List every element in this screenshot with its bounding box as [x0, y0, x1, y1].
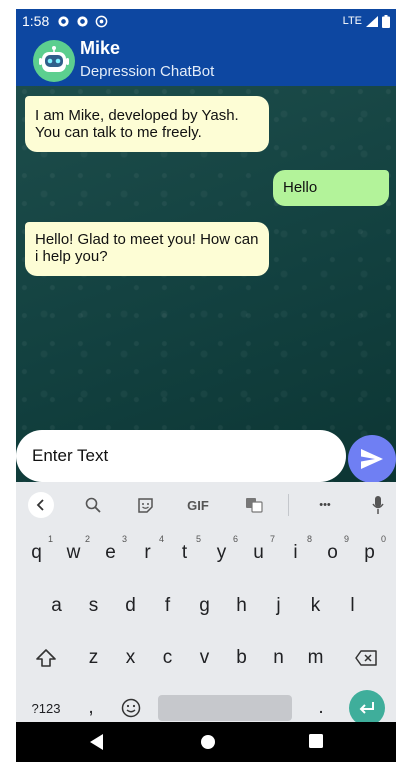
status-bar: 1:58 LTE — [16, 9, 396, 33]
key-h[interactable]: h — [223, 587, 260, 625]
key-v[interactable]: v — [186, 639, 223, 677]
robot-icon — [39, 46, 69, 72]
shift-key[interactable] — [24, 639, 68, 677]
key-g[interactable]: g — [186, 587, 223, 625]
key-x[interactable]: x — [112, 639, 149, 677]
battery-icon — [382, 14, 390, 28]
vpn-icon — [95, 15, 108, 27]
key-q[interactable]: q1 — [18, 534, 55, 572]
status-time: 1:58 — [22, 13, 50, 29]
toolbar-divider — [288, 494, 289, 516]
key-u[interactable]: u7 — [240, 534, 277, 572]
backspace-icon — [355, 650, 377, 666]
recents-nav-icon[interactable] — [309, 734, 323, 748]
key-o[interactable]: o9 — [314, 534, 351, 572]
status-right: LTE — [342, 14, 390, 28]
keyboard-mic-button[interactable] — [366, 490, 390, 520]
key-p[interactable]: p0 — [351, 534, 388, 572]
key-w[interactable]: w2 — [55, 534, 92, 572]
key-j[interactable]: j — [260, 587, 297, 625]
bot-message-bubble: Hello! Glad to meet you! How can i help … — [25, 222, 269, 276]
app-title: Mike — [80, 38, 121, 58]
translate-icon — [246, 498, 263, 513]
keyboard-sticker-button[interactable] — [130, 490, 160, 520]
shift-icon — [36, 649, 56, 667]
keyboard-search-button[interactable] — [78, 490, 108, 520]
sticker-icon — [137, 497, 153, 513]
signal-icon — [366, 15, 378, 27]
key-y[interactable]: y6 — [203, 534, 240, 572]
microphone-icon — [372, 496, 384, 514]
app-bar: Mike Depression ChatBot — [16, 33, 396, 86]
send-icon — [361, 449, 383, 469]
enter-key[interactable] — [349, 690, 385, 726]
gear-icon — [77, 15, 88, 27]
key-n[interactable]: n — [260, 639, 297, 677]
phone-screen: 1:58 LTE Mike Depression ChatBot I am Mi… — [16, 9, 396, 762]
backspace-key[interactable] — [344, 639, 388, 677]
key-f[interactable]: f — [149, 587, 186, 625]
soft-keyboard: GIF ••• q1 w2 e3 r4 t5 y6 u7 i8 o9 p0 a … — [16, 482, 396, 726]
key-e[interactable]: e3 — [92, 534, 129, 572]
key-l[interactable]: l — [334, 587, 371, 625]
bot-message-bubble: I am Mike, developed by Yash. You can ta… — [25, 96, 269, 152]
gear-icon — [58, 15, 69, 27]
key-k[interactable]: k — [297, 587, 334, 625]
back-nav-icon[interactable] — [90, 734, 104, 750]
keyboard-back-button[interactable] — [26, 490, 56, 520]
user-message-bubble: Hello — [273, 170, 389, 206]
keyboard-toolbar: GIF ••• — [16, 482, 396, 528]
key-c[interactable]: c — [149, 639, 186, 677]
chevron-left-icon — [36, 499, 44, 511]
space-key[interactable] — [158, 695, 292, 721]
system-nav-bar — [16, 722, 396, 762]
send-button[interactable] — [348, 435, 396, 483]
keyboard-translate-button[interactable] — [239, 490, 269, 520]
key-t[interactable]: t5 — [166, 534, 203, 572]
avatar[interactable] — [33, 40, 75, 82]
enter-icon — [359, 702, 374, 714]
key-z[interactable]: z — [75, 639, 112, 677]
search-icon — [85, 497, 101, 513]
key-d[interactable]: d — [112, 587, 149, 625]
emoji-icon — [121, 698, 141, 718]
keyboard-gif-button[interactable]: GIF — [178, 490, 218, 520]
key-r[interactable]: r4 — [129, 534, 166, 572]
home-nav-icon[interactable] — [200, 734, 216, 750]
key-s[interactable]: s — [75, 587, 112, 625]
message-input-row — [16, 430, 396, 486]
message-input[interactable] — [16, 430, 346, 482]
network-type: LTE — [342, 15, 362, 27]
key-b[interactable]: b — [223, 639, 260, 677]
app-subtitle: Depression ChatBot — [80, 63, 215, 80]
key-a[interactable]: a — [38, 587, 75, 625]
keyboard-more-button[interactable]: ••• — [308, 490, 342, 520]
key-m[interactable]: m — [297, 639, 334, 677]
key-i[interactable]: i8 — [277, 534, 314, 572]
